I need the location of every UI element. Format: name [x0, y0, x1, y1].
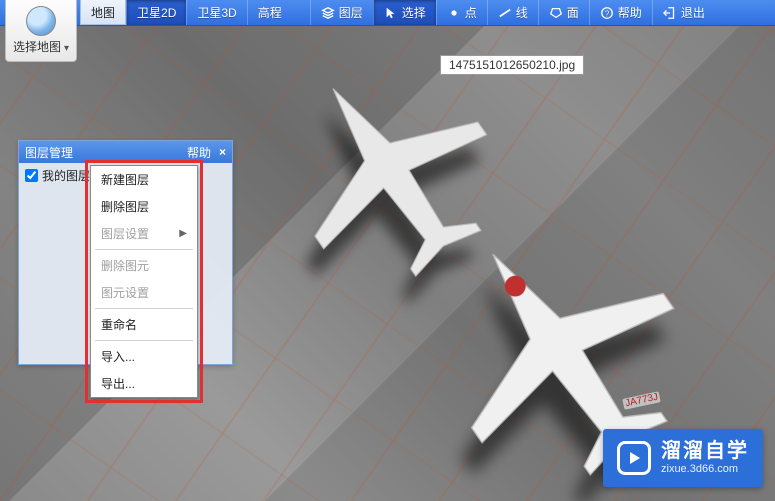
globe-icon	[26, 6, 56, 36]
help-icon: ?	[600, 6, 614, 20]
map-selector-label: 选择地图▾	[13, 38, 69, 55]
menu-label: 删除图层	[101, 198, 149, 215]
menu-delete-element: 删除图元	[91, 252, 197, 279]
menu-rename[interactable]: 重命名	[91, 311, 197, 338]
menu-layer-settings[interactable]: 图层设置 ▶	[91, 220, 197, 247]
tab-label: 卫星2D	[137, 4, 176, 21]
tab-label: 高程	[258, 4, 282, 21]
watermark-badge: 溜溜自学 zixue.3d66.com	[603, 429, 763, 487]
layer-item-label: 我的图层	[42, 167, 90, 184]
tab-elevation[interactable]: 高程	[247, 0, 292, 25]
exit-icon	[663, 6, 677, 20]
tab-satellite-2d[interactable]: 卫星2D	[126, 0, 186, 25]
watermark-url: zixue.3d66.com	[661, 463, 749, 476]
menu-new-layer[interactable]: 新建图层	[91, 166, 197, 193]
menu-separator	[95, 340, 193, 341]
menu-label: 删除图元	[101, 257, 149, 274]
tab-map[interactable]: 地图	[80, 0, 126, 25]
btn-label: 选择	[402, 4, 426, 21]
btn-label: 退出	[681, 4, 705, 21]
menu-element-settings: 图元设置	[91, 279, 197, 306]
cursor-icon	[384, 6, 398, 20]
menu-label: 图层设置	[101, 225, 149, 242]
menu-separator	[95, 308, 193, 309]
btn-select[interactable]: 选择	[373, 0, 436, 25]
btn-label: 点	[465, 4, 477, 21]
point-icon	[447, 6, 461, 20]
submenu-arrow-icon: ▶	[179, 228, 187, 239]
context-menu: 新建图层 删除图层 图层设置 ▶ 删除图元 图元设置 重命名 导入... 导出..…	[90, 165, 198, 398]
layer-panel-help-link[interactable]: 帮助	[187, 144, 211, 161]
close-icon[interactable]: ×	[219, 145, 226, 159]
btn-help[interactable]: ? 帮助	[589, 0, 652, 25]
layer-panel-header[interactable]: 图层管理 帮助 ×	[19, 141, 232, 163]
chevron-down-icon: ▾	[64, 43, 69, 54]
tab-label: 卫星3D	[197, 4, 236, 21]
filename-label: 1475151012650210.jpg	[440, 55, 584, 75]
layer-panel-title: 图层管理	[25, 144, 187, 161]
svg-text:?: ?	[605, 9, 610, 18]
btn-polygon[interactable]: 面	[538, 0, 589, 25]
layer-checkbox[interactable]	[25, 169, 38, 182]
btn-label: 图层	[339, 4, 363, 21]
top-toolbar: 地图 卫星2D 卫星3D 高程 图层 选择 点 线 面 ? 帮助 退出	[0, 0, 775, 26]
menu-delete-layer[interactable]: 删除图层	[91, 193, 197, 220]
menu-label: 重命名	[101, 316, 137, 333]
btn-point[interactable]: 点	[436, 0, 487, 25]
btn-label: 面	[567, 4, 579, 21]
layers-icon	[321, 6, 335, 20]
tab-satellite-3d[interactable]: 卫星3D	[186, 0, 246, 25]
menu-label: 图元设置	[101, 284, 149, 301]
watermark-text: 溜溜自学	[661, 439, 749, 463]
btn-label: 线	[516, 4, 528, 21]
menu-label: 导入...	[101, 348, 135, 365]
btn-exit[interactable]: 退出	[652, 0, 715, 25]
menu-label: 导出...	[101, 375, 135, 392]
btn-label: 帮助	[618, 4, 642, 21]
menu-label: 新建图层	[101, 171, 149, 188]
menu-import[interactable]: 导入...	[91, 343, 197, 370]
map-selector[interactable]: 选择地图▾	[5, 0, 77, 62]
menu-separator	[95, 249, 193, 250]
btn-line[interactable]: 线	[487, 0, 538, 25]
play-icon	[617, 441, 651, 475]
tab-label: 地图	[91, 4, 115, 21]
menu-export[interactable]: 导出...	[91, 370, 197, 397]
polygon-icon	[549, 6, 563, 20]
btn-layer[interactable]: 图层	[310, 0, 373, 25]
line-icon	[498, 6, 512, 20]
